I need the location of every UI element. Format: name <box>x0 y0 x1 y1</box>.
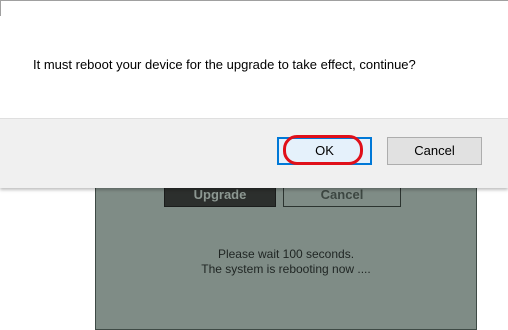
dialog-message: It must reboot your device for the upgra… <box>33 57 416 72</box>
wait-message: Please wait 100 seconds. <box>217 247 355 261</box>
dialog-frame-edge <box>0 0 508 16</box>
ok-button[interactable]: OK <box>277 137 372 165</box>
cancel-button[interactable]: Cancel <box>387 137 482 165</box>
rebooting-message: The system is rebooting now .... <box>201 262 371 276</box>
